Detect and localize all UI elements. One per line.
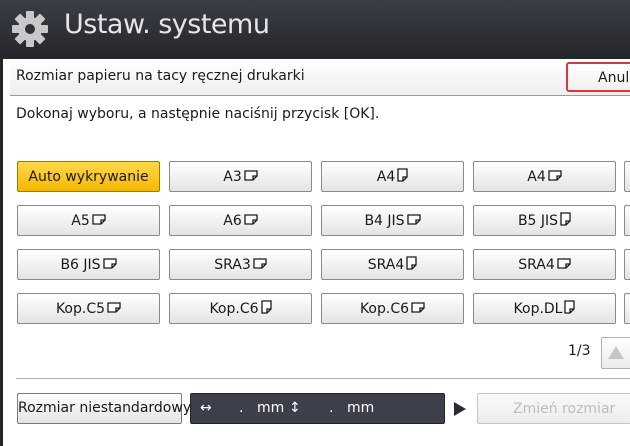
paper-size-label: A6: [223, 213, 242, 229]
paper-size-button[interactable]: Auto wykrywanie: [17, 161, 160, 192]
paper-size-label: Kop.C6: [359, 301, 410, 317]
paper-size-label: B5 JIS: [517, 213, 559, 229]
paper-size-label: A5: [71, 213, 90, 229]
cancel-button[interactable]: Anulu: [566, 62, 630, 92]
portrait-paper-icon: [406, 256, 417, 270]
width-value: .: [239, 400, 244, 416]
offscreen-size-button[interactable]: [624, 161, 630, 192]
landscape-paper-icon: [244, 170, 258, 181]
paper-size-label: B4 JIS: [364, 213, 405, 229]
paper-size-button[interactable]: SRA4: [473, 249, 616, 280]
change-size-button[interactable]: Zmień rozmiar: [477, 393, 630, 424]
landscape-paper-icon: [102, 258, 117, 269]
custom-size-button[interactable]: Rozmiar niestandardowy: [17, 393, 191, 424]
landscape-paper-icon: [253, 258, 267, 269]
title-bar: Ustaw. systemu: [0, 0, 630, 56]
page-up-button[interactable]: [601, 337, 630, 369]
paper-size-label: SRA4: [367, 257, 405, 273]
horizontal-arrow-icon: ↔: [200, 400, 212, 416]
offscreen-size-button[interactable]: [624, 293, 630, 324]
landscape-paper-icon: [411, 302, 425, 313]
paper-size-button[interactable]: B5 JIS: [473, 205, 616, 236]
paper-size-button[interactable]: A5: [17, 205, 160, 236]
width-unit: mm: [257, 400, 285, 416]
dimension-field[interactable]: ↔ . mm ↕ . mm: [190, 393, 445, 424]
height-unit: mm: [347, 400, 375, 416]
triangle-up-icon: [608, 346, 624, 359]
paper-size-label: A3: [223, 169, 242, 185]
portrait-paper-icon: [397, 168, 408, 182]
offscreen-size-button[interactable]: [624, 205, 630, 236]
landscape-paper-icon: [557, 258, 571, 269]
landscape-paper-icon: [406, 214, 421, 225]
paper-size-label: A4: [376, 169, 396, 185]
setting-title: Rozmiar papieru na tacy ręcznej drukarki: [16, 68, 305, 84]
portrait-paper-icon: [564, 300, 576, 314]
paper-size-button[interactable]: A3: [169, 161, 312, 192]
paper-size-button[interactable]: B6 JIS: [17, 249, 160, 280]
paper-size-label: Auto wykrywanie: [28, 169, 149, 185]
divider: [16, 378, 630, 379]
vertical-arrow-icon: ↕: [289, 400, 301, 416]
paper-size-button[interactable]: Kop.C6: [169, 293, 312, 324]
portrait-paper-icon: [260, 300, 272, 314]
landscape-paper-icon: [92, 214, 106, 225]
paper-size-button[interactable]: Kop.C6: [321, 293, 464, 324]
paper-size-label: SRA4: [518, 257, 555, 273]
paper-size-button[interactable]: Kop.C5: [17, 293, 160, 324]
paper-size-label: SRA3: [214, 257, 251, 273]
instruction-text: Dokonaj wyboru, a następnie naciśnij prz…: [16, 106, 380, 122]
offscreen-size-button[interactable]: [624, 249, 630, 280]
paper-size-button[interactable]: A6: [169, 205, 312, 236]
landscape-paper-icon: [107, 302, 121, 313]
paper-size-button[interactable]: SRA3: [169, 249, 312, 280]
page-indicator: 1/3: [568, 343, 591, 359]
paper-size-button[interactable]: SRA4: [321, 249, 464, 280]
paper-size-label: Kop.DL: [513, 301, 563, 317]
portrait-paper-icon: [560, 212, 571, 226]
play-icon: [454, 402, 466, 416]
paper-size-button[interactable]: A4: [473, 161, 616, 192]
landscape-paper-icon: [244, 214, 258, 225]
paper-size-button[interactable]: B4 JIS: [321, 205, 464, 236]
paper-size-label: A4: [527, 169, 546, 185]
paper-size-label: Kop.C5: [55, 301, 106, 317]
height-value: .: [329, 400, 334, 416]
window-title: Ustaw. systemu: [64, 9, 270, 40]
paper-size-button[interactable]: A4: [321, 161, 464, 192]
landscape-paper-icon: [548, 170, 562, 181]
paper-size-button[interactable]: Kop.DL: [473, 293, 616, 324]
paper-size-label: B6 JIS: [60, 257, 101, 273]
paper-size-label: Kop.C6: [209, 301, 259, 317]
gear-icon: [12, 11, 48, 47]
